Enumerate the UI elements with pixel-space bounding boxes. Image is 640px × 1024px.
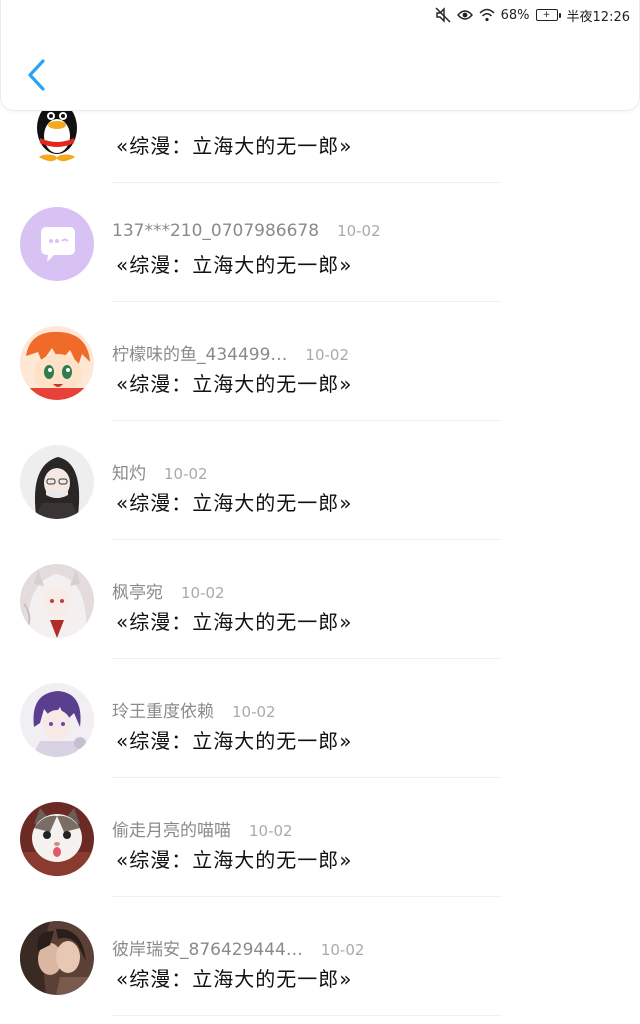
battery-icon: + — [535, 9, 561, 21]
comment-meta: 137***210_0707986678 10-02 — [112, 221, 381, 241]
cat-avatar[interactable] — [20, 802, 94, 876]
comment-text: «综漫：立海大的无一郎» — [116, 848, 353, 872]
anime-avatar-dark[interactable] — [20, 445, 94, 519]
anime-avatar-white[interactable] — [20, 564, 94, 638]
clock: 半夜12:26 — [566, 9, 630, 25]
username[interactable]: 知灼 — [112, 459, 146, 484]
comment-text: «综漫：立海大的无一郎» — [116, 729, 353, 753]
comment-meta: 枫亭宛 10-02 — [112, 578, 225, 603]
comment-date: 10-02 — [164, 465, 208, 483]
anime-avatar-purple[interactable] — [20, 683, 94, 757]
eye-icon — [456, 9, 473, 21]
list-item[interactable]: 柠檬味的鱼_434499… 10-02 «综漫：立海大的无一郎» — [0, 302, 640, 421]
list-item[interactable]: 137***210_0707986678 10-02 «综漫：立海大的无一郎» — [0, 183, 640, 302]
comment-meta: 彼岸瑞安_876429444… 10-02 — [112, 935, 364, 960]
list-item[interactable]: 枫亭宛 10-02 «综漫：立海大的无一郎» — [0, 540, 640, 659]
username[interactable]: 柠檬味的鱼_434499… — [112, 340, 287, 365]
comment-date: 10-02 — [305, 346, 349, 364]
comment-date: 10-02 — [320, 941, 365, 959]
comment-meta: 知灼 10-02 — [112, 459, 208, 484]
anime-avatar-couple[interactable] — [20, 921, 94, 995]
comment-text: «综漫：立海大的无一郎» — [116, 253, 353, 277]
comment-text: «综漫：立海大的无一郎» — [116, 610, 353, 634]
username[interactable]: 137***210_0707986678 — [112, 221, 319, 241]
list-item[interactable]: 偷走月亮的喵喵 10-02 «综漫：立海大的无一郎» — [0, 778, 640, 897]
back-button[interactable] — [19, 56, 53, 98]
username[interactable]: 偷走月亮的喵喵 — [112, 816, 231, 841]
anime-avatar-orange[interactable] — [20, 326, 94, 400]
comment-date: 10-02 — [181, 584, 225, 602]
wifi-icon — [479, 8, 495, 22]
comment-text: «综漫：立海大的无一郎» — [116, 134, 353, 158]
comment-date: 10-02 — [232, 703, 276, 721]
divider — [112, 1015, 502, 1016]
comment-list[interactable]: «综漫：立海大的无一郎» 137***210_0707986678 10-02 … — [0, 64, 640, 1016]
list-item[interactable]: 知灼 10-02 «综漫：立海大的无一郎» — [0, 421, 640, 540]
status-icons: 68% + 半夜12:26 — [435, 5, 630, 25]
chat-bubble-avatar[interactable] — [20, 207, 94, 281]
comment-meta: 偷走月亮的喵喵 10-02 — [112, 816, 293, 841]
list-item[interactable]: 彼岸瑞安_876429444… 10-02 «综漫：立海大的无一郎» — [0, 897, 640, 1016]
comment-text: «综漫：立海大的无一郎» — [116, 967, 353, 991]
comment-date: 10-02 — [249, 822, 293, 840]
mute-icon — [435, 7, 451, 23]
comment-meta: 玲王重度依赖 10-02 — [112, 697, 276, 722]
list-item[interactable]: 玲王重度依赖 10-02 «综漫：立海大的无一郎» — [0, 659, 640, 778]
comment-meta: 柠檬味的鱼_434499… 10-02 — [112, 340, 349, 365]
comment-text: «综漫：立海大的无一郎» — [116, 372, 353, 396]
status-bar: 68% + 半夜12:26 — [0, 0, 640, 30]
username[interactable]: 彼岸瑞安_876429444… — [112, 935, 303, 960]
chevron-left-icon — [26, 58, 46, 96]
battery-percent: 68% — [500, 7, 530, 23]
comment-text: «综漫：立海大的无一郎» — [116, 491, 353, 515]
username[interactable]: 枫亭宛 — [112, 578, 163, 603]
username[interactable]: 玲王重度依赖 — [112, 697, 214, 722]
comment-date: 10-02 — [337, 222, 381, 240]
battery-level: + — [535, 9, 558, 21]
screen: «综漫：立海大的无一郎» 137***210_0707986678 10-02 … — [0, 0, 640, 1024]
